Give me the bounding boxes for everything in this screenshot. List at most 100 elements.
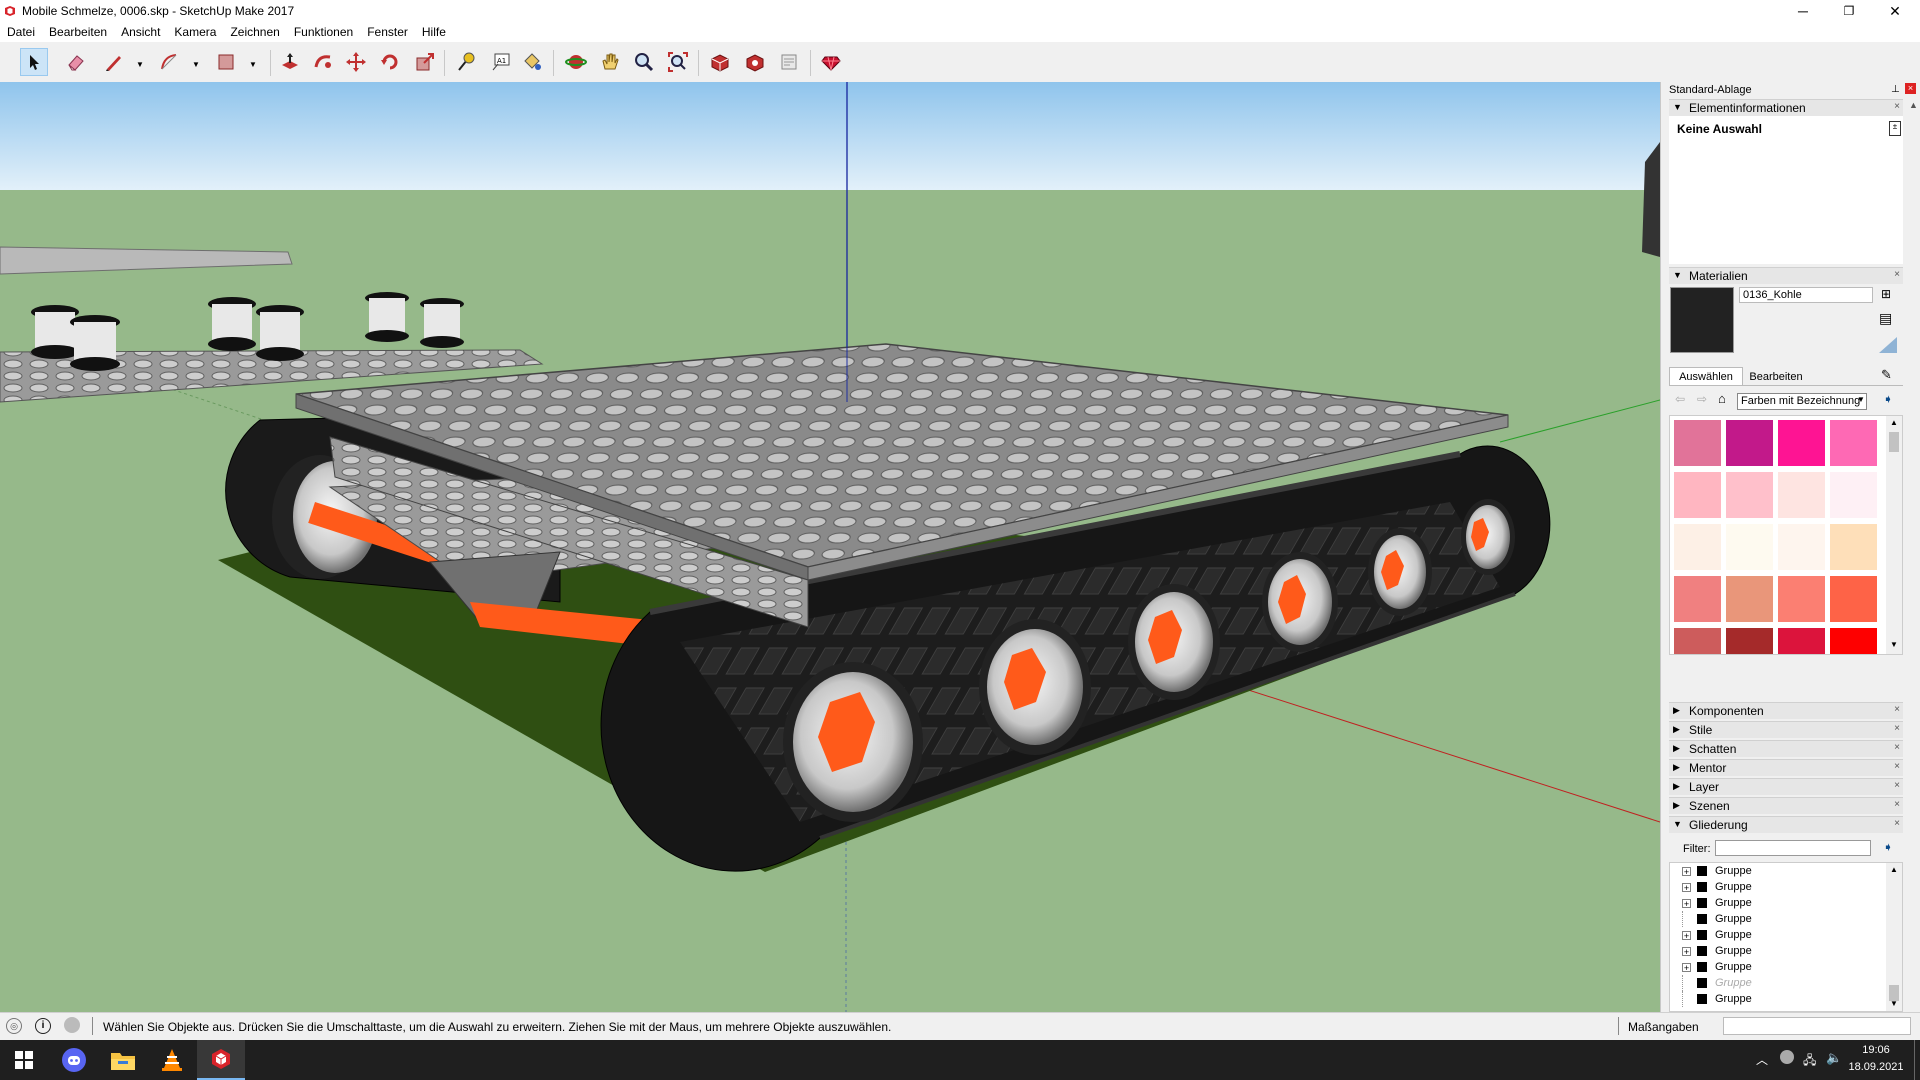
- expand-plus-icon[interactable]: +: [1682, 930, 1691, 940]
- taskbar-sketchup[interactable]: [197, 1040, 245, 1080]
- back-arrow-icon[interactable]: ⇦: [1675, 392, 1685, 406]
- tray-close-icon[interactable]: ×: [1905, 83, 1916, 94]
- swatch-scrollbar[interactable]: ▲ ▼: [1886, 416, 1902, 654]
- taskbar-discord[interactable]: [50, 1040, 98, 1080]
- material-swatch[interactable]: [1830, 420, 1877, 466]
- outliner-row[interactable]: + Gruppe: [1682, 943, 1752, 959]
- menu-kamera[interactable]: Kamera: [167, 22, 223, 42]
- menu-zeichnen[interactable]: Zeichnen: [223, 22, 286, 42]
- minimize-button[interactable]: ─: [1780, 0, 1826, 22]
- forward-arrow-icon[interactable]: ⇨: [1697, 392, 1707, 406]
- menu-bearbeiten[interactable]: Bearbeiten: [42, 22, 114, 42]
- zoom-tool-button[interactable]: [630, 48, 658, 76]
- pan-tool-button[interactable]: [596, 48, 624, 76]
- line-dropdown-icon[interactable]: ▼: [136, 60, 144, 69]
- section-close-icon[interactable]: ×: [1894, 780, 1900, 791]
- layers-section[interactable]: ▶ Layer ×: [1669, 778, 1903, 795]
- select-tool-button[interactable]: [20, 48, 48, 76]
- home-icon[interactable]: ⌂: [1718, 391, 1726, 406]
- model-canvas[interactable]: [0, 82, 1660, 1012]
- eraser-tool-button[interactable]: [62, 48, 90, 76]
- material-swatch[interactable]: [1726, 420, 1773, 466]
- scroll-thumb[interactable]: [1889, 432, 1899, 452]
- taskbar-file-explorer[interactable]: [99, 1040, 147, 1080]
- tray-scroll-up-icon[interactable]: ▲: [1909, 100, 1918, 110]
- menu-funktionen[interactable]: Funktionen: [287, 22, 360, 42]
- styles-section[interactable]: ▶ Stile ×: [1669, 721, 1903, 738]
- orbit-tool-button[interactable]: [562, 48, 590, 76]
- push-pull-tool-button[interactable]: [276, 48, 304, 76]
- tab-select[interactable]: Auswählen: [1669, 367, 1743, 386]
- menu-hilfe[interactable]: Hilfe: [415, 22, 453, 42]
- tray-expand-icon[interactable]: ︿: [1756, 1051, 1768, 1068]
- material-stack-icon[interactable]: ▤: [1879, 310, 1892, 327]
- create-material-icon[interactable]: ⊞: [1881, 287, 1891, 301]
- section-close-icon[interactable]: ×: [1894, 704, 1900, 715]
- layout-button[interactable]: [775, 48, 803, 76]
- tab-edit[interactable]: Bearbeiten: [1743, 369, 1809, 385]
- outliner-row[interactable]: + Gruppe: [1682, 879, 1752, 895]
- shadows-section[interactable]: ▶ Schatten ×: [1669, 740, 1903, 757]
- components-section[interactable]: ▶ Komponenten ×: [1669, 702, 1903, 719]
- outliner-row[interactable]: Gruppe: [1682, 975, 1752, 991]
- close-button[interactable]: ✕: [1872, 0, 1918, 22]
- measurements-box[interactable]: [1723, 1017, 1911, 1035]
- outliner-scrollbar[interactable]: ▲ ▼: [1886, 863, 1902, 1011]
- material-swatch[interactable]: [1778, 472, 1825, 518]
- scale-tool-button[interactable]: [411, 48, 439, 76]
- outliner-row[interactable]: + Gruppe: [1682, 895, 1752, 911]
- start-button[interactable]: [0, 1040, 48, 1080]
- section-close-icon[interactable]: ×: [1894, 101, 1900, 112]
- material-swatch[interactable]: [1726, 628, 1773, 654]
- arc-dropdown-icon[interactable]: ▼: [192, 60, 200, 69]
- clock-date[interactable]: 18.09.2021: [1848, 1061, 1904, 1073]
- text-tool-button[interactable]: A1: [487, 48, 515, 76]
- eyedropper-icon[interactable]: ✎: [1881, 367, 1892, 383]
- volume-icon[interactable]: 🔈: [1826, 1050, 1842, 1066]
- section-close-icon[interactable]: ×: [1894, 269, 1900, 280]
- scroll-up-icon[interactable]: ▲: [1890, 418, 1898, 427]
- line-tool-button[interactable]: [100, 48, 128, 76]
- clock-time[interactable]: 19:06: [1848, 1044, 1904, 1056]
- outliner-details-arrow-icon[interactable]: ➧: [1883, 840, 1893, 854]
- expand-plus-icon[interactable]: +: [1682, 962, 1691, 972]
- ruby-console-button[interactable]: [817, 48, 845, 76]
- outliner-row[interactable]: + Gruppe: [1682, 959, 1752, 975]
- material-swatch[interactable]: [1778, 576, 1825, 622]
- menu-ansicht[interactable]: Ansicht: [114, 22, 167, 42]
- material-name-field[interactable]: 0136_Kohle: [1739, 287, 1873, 303]
- material-swatch[interactable]: [1726, 576, 1773, 622]
- arc-tool-button[interactable]: [155, 48, 183, 76]
- extension-warehouse-button[interactable]: [741, 48, 769, 76]
- entity-info-header[interactable]: ▼ Elementinformationen ×: [1669, 99, 1903, 116]
- 3d-warehouse-button[interactable]: [706, 48, 734, 76]
- user-account-icon[interactable]: [64, 1017, 80, 1033]
- material-swatch[interactable]: [1830, 628, 1877, 654]
- scenes-section[interactable]: ▶ Szenen ×: [1669, 797, 1903, 814]
- expand-plus-icon[interactable]: +: [1682, 866, 1691, 876]
- menu-datei[interactable]: Datei: [0, 22, 42, 42]
- outliner-row[interactable]: Gruppe: [1682, 911, 1752, 927]
- section-close-icon[interactable]: ×: [1894, 761, 1900, 772]
- show-desktop-button[interactable]: [1914, 1040, 1915, 1080]
- details-toggle-icon[interactable]: ±: [1889, 121, 1901, 136]
- material-swatch[interactable]: [1674, 420, 1721, 466]
- pin-icon[interactable]: ⊥: [1891, 84, 1900, 95]
- material-swatch[interactable]: [1674, 576, 1721, 622]
- credits-info-icon[interactable]: i: [35, 1018, 51, 1034]
- section-close-icon[interactable]: ×: [1894, 818, 1900, 829]
- geo-location-icon[interactable]: ◎: [6, 1018, 22, 1034]
- material-swatch[interactable]: [1830, 472, 1877, 518]
- outliner-row[interactable]: Gruppe: [1682, 991, 1752, 1007]
- material-swatch[interactable]: [1778, 524, 1825, 570]
- outliner-row[interactable]: + Gruppe: [1682, 927, 1752, 943]
- tray-app-icon[interactable]: [1780, 1050, 1794, 1064]
- materials-header[interactable]: ▼ Materialien ×: [1669, 267, 1903, 284]
- follow-me-tool-button[interactable]: [309, 48, 337, 76]
- library-dropdown-icon[interactable]: ▼: [1857, 395, 1865, 404]
- material-swatch[interactable]: [1778, 628, 1825, 654]
- material-swatch[interactable]: [1830, 576, 1877, 622]
- scroll-down-icon[interactable]: ▼: [1890, 999, 1898, 1008]
- paint-bucket-tool-button[interactable]: [518, 48, 546, 76]
- zoom-extents-tool-button[interactable]: [664, 48, 692, 76]
